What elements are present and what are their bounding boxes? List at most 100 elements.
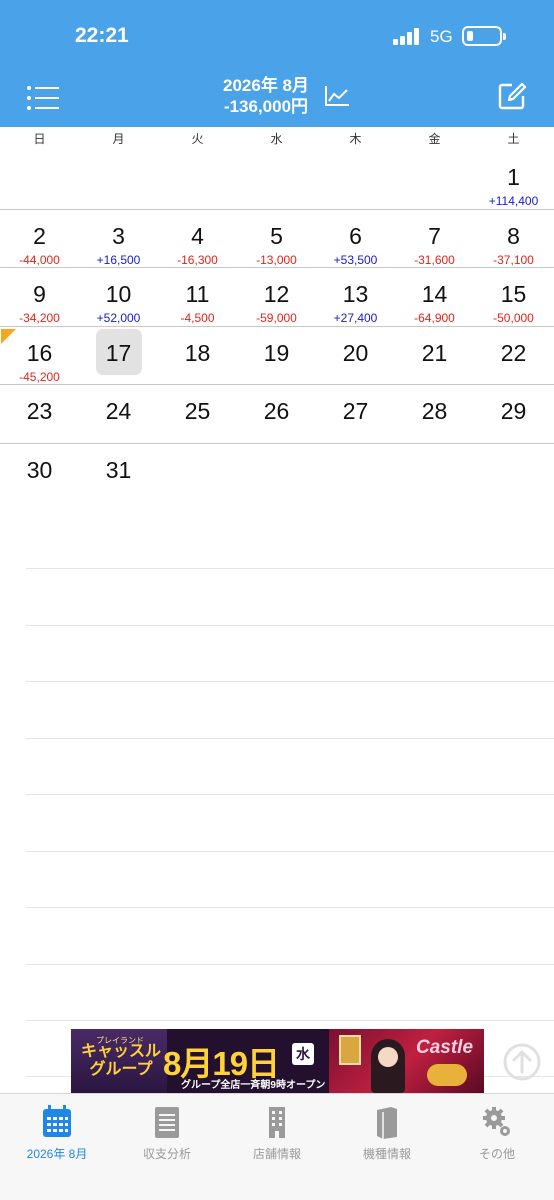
tab-other[interactable]: その他 bbox=[442, 1100, 552, 1162]
day-amount: -37,100 bbox=[493, 252, 534, 267]
day-number: 20 bbox=[342, 339, 369, 366]
calendar-day-cell[interactable]: 19 bbox=[237, 327, 316, 385]
calendar-day-cell[interactable]: 25 bbox=[158, 385, 237, 443]
calendar-day-cell[interactable]: 28 bbox=[395, 385, 474, 443]
weekday-label: 木 bbox=[349, 132, 362, 146]
calendar-day-cell[interactable]: 26 bbox=[237, 385, 316, 443]
calendar-day-cell[interactable]: 30 bbox=[0, 444, 79, 502]
calendar-day-cell[interactable]: 20 bbox=[316, 327, 395, 385]
calendar-week-row: 16 -45,200 17 18 19 20 21 22 bbox=[0, 327, 554, 385]
day-number: 14 bbox=[421, 281, 448, 307]
day-number: 6 bbox=[349, 222, 362, 249]
day-amount: +27,400 bbox=[333, 311, 378, 325]
day-number: 4 bbox=[191, 222, 204, 249]
calendar-week-row: 30 31 bbox=[0, 444, 554, 503]
calendar-day-cell[interactable]: 29 bbox=[474, 385, 553, 443]
calendar-day-cell[interactable]: 12 -59,000 bbox=[237, 268, 316, 326]
day-number: 17 bbox=[105, 339, 132, 366]
calendar-day-cell[interactable]: 23 bbox=[0, 385, 79, 443]
calendar-week-row: 23 24 25 26 27 28 29 bbox=[0, 385, 554, 444]
battery-icon bbox=[462, 26, 506, 46]
weekday-label: 火 bbox=[191, 132, 204, 146]
day-number: 21 bbox=[421, 339, 448, 366]
calendar-day-cell[interactable]: 22 bbox=[474, 327, 553, 385]
day-number: 8 bbox=[507, 222, 520, 249]
day-number: 16 bbox=[26, 339, 53, 366]
calendar-day-cell[interactable]: 5 -13,000 bbox=[237, 210, 316, 268]
day-amount: +16,500 bbox=[96, 252, 141, 267]
day-amount: -50,000 bbox=[493, 311, 534, 325]
calendar-day-cell[interactable]: 10 +52,000 bbox=[79, 268, 158, 326]
day-amount: -64,900 bbox=[414, 311, 455, 325]
day-number: 10 bbox=[105, 281, 132, 307]
chart-icon[interactable] bbox=[323, 84, 351, 108]
day-number: 15 bbox=[500, 281, 527, 307]
day-number: 11 bbox=[185, 281, 210, 307]
weekday-label: 日 bbox=[33, 132, 46, 146]
day-number: 9 bbox=[33, 281, 46, 307]
day-amount: -59,000 bbox=[256, 311, 297, 325]
day-number: 31 bbox=[105, 456, 132, 483]
calendar-day-cell[interactable]: 1 +114,400 bbox=[474, 151, 553, 209]
calendar-day-cell[interactable]: 21 bbox=[395, 327, 474, 385]
gear-icon bbox=[483, 1107, 510, 1136]
status-time: 22:21 bbox=[75, 24, 129, 47]
calendar-icon bbox=[43, 1105, 71, 1137]
tab-machine-info[interactable]: 機種情報 bbox=[332, 1100, 442, 1162]
day-amount: -16,300 bbox=[177, 252, 218, 267]
calendar-day-cell[interactable]: 16 -45,200 bbox=[0, 327, 79, 385]
calendar-day-cell[interactable]: 31 bbox=[79, 444, 158, 502]
calendar-day-cell[interactable]: 24 bbox=[79, 385, 158, 443]
tab-calendar[interactable]: 2026年 8月 bbox=[2, 1100, 112, 1162]
calendar-day-cell[interactable]: 11 -4,500 bbox=[158, 268, 237, 326]
ad-banner[interactable]: プレイランド キャッスル グループ 8月19日 水 グループ全店一斉朝9時オープ… bbox=[71, 1029, 484, 1093]
tab-analysis[interactable]: 収支分析 bbox=[112, 1100, 222, 1162]
tab-label: 機種情報 bbox=[362, 1147, 411, 1161]
day-number: 23 bbox=[26, 398, 53, 424]
month-title-block[interactable]: 2026年 8月 -136,000円 bbox=[200, 76, 332, 118]
banner-weekday: 水 bbox=[292, 1043, 314, 1065]
day-amount: +53,500 bbox=[333, 252, 378, 267]
edit-icon[interactable] bbox=[497, 81, 527, 111]
day-number: 28 bbox=[421, 398, 448, 424]
day-number: 12 bbox=[263, 281, 290, 307]
scroll-to-top-icon[interactable] bbox=[503, 1043, 541, 1081]
tab-bar: 2026年 8月 収支分析 店舗情報 機種情報 その他 bbox=[0, 1093, 554, 1200]
weekday-header: 日月火水木金土 bbox=[0, 127, 554, 151]
calendar-day-cell[interactable]: 7 -31,600 bbox=[395, 210, 474, 268]
calendar-week-row: 9 -34,200 10 +52,000 11 -4,500 12 -59,000 13 +27,… bbox=[0, 268, 554, 327]
day-amount: -34,200 bbox=[19, 311, 60, 325]
day-number: 30 bbox=[26, 456, 53, 483]
weekday-label: 水 bbox=[270, 132, 283, 146]
calendar-day-cell[interactable]: 15 -50,000 bbox=[474, 268, 553, 326]
tab-label: 収支分析 bbox=[142, 1147, 191, 1161]
calendar-day-cell[interactable]: 17 bbox=[79, 327, 158, 385]
tab-label: 店舗情報 bbox=[252, 1147, 301, 1161]
banner-coin-image bbox=[427, 1064, 467, 1086]
calendar-day-cell[interactable]: 6 +53,500 bbox=[316, 210, 395, 268]
tab-store-info[interactable]: 店舗情報 bbox=[222, 1100, 332, 1162]
calendar-day-cell[interactable]: 13 +27,400 bbox=[316, 268, 395, 326]
tab-label: 2026年 8月 bbox=[26, 1147, 88, 1161]
empty-list-lines bbox=[26, 510, 554, 1085]
calendar-day-cell[interactable]: 2 -44,000 bbox=[0, 210, 79, 268]
day-number: 5 bbox=[270, 222, 283, 249]
day-number: 7 bbox=[428, 222, 441, 249]
notepad-icon bbox=[155, 1107, 179, 1138]
calendar-day-cell[interactable]: 27 bbox=[316, 385, 395, 443]
day-number: 2 bbox=[33, 222, 46, 249]
calendar-day-cell[interactable]: 18 bbox=[158, 327, 237, 385]
calendar-day-cell[interactable]: 9 -34,200 bbox=[0, 268, 79, 326]
tab-label: その他 bbox=[478, 1147, 515, 1161]
weekday-label: 土 bbox=[507, 132, 520, 146]
calendar-day-cell[interactable]: 3 +16,500 bbox=[79, 210, 158, 268]
app-header: 22:21 5G 2026年 8月 -136,000円 bbox=[0, 0, 554, 127]
day-amount: -44,000 bbox=[19, 252, 60, 267]
signal-icon bbox=[393, 27, 421, 45]
calendar-week-row: 2 -44,000 3 +16,500 4 -16,300 5 -13,000 6 +53,500… bbox=[0, 210, 554, 268]
day-number: 19 bbox=[263, 339, 290, 366]
calendar-day-cell[interactable]: 8 -37,100 bbox=[474, 210, 553, 268]
calendar-day-cell[interactable]: 14 -64,900 bbox=[395, 268, 474, 326]
menu-button[interactable] bbox=[27, 85, 59, 111]
calendar-day-cell[interactable]: 4 -16,300 bbox=[158, 210, 237, 268]
